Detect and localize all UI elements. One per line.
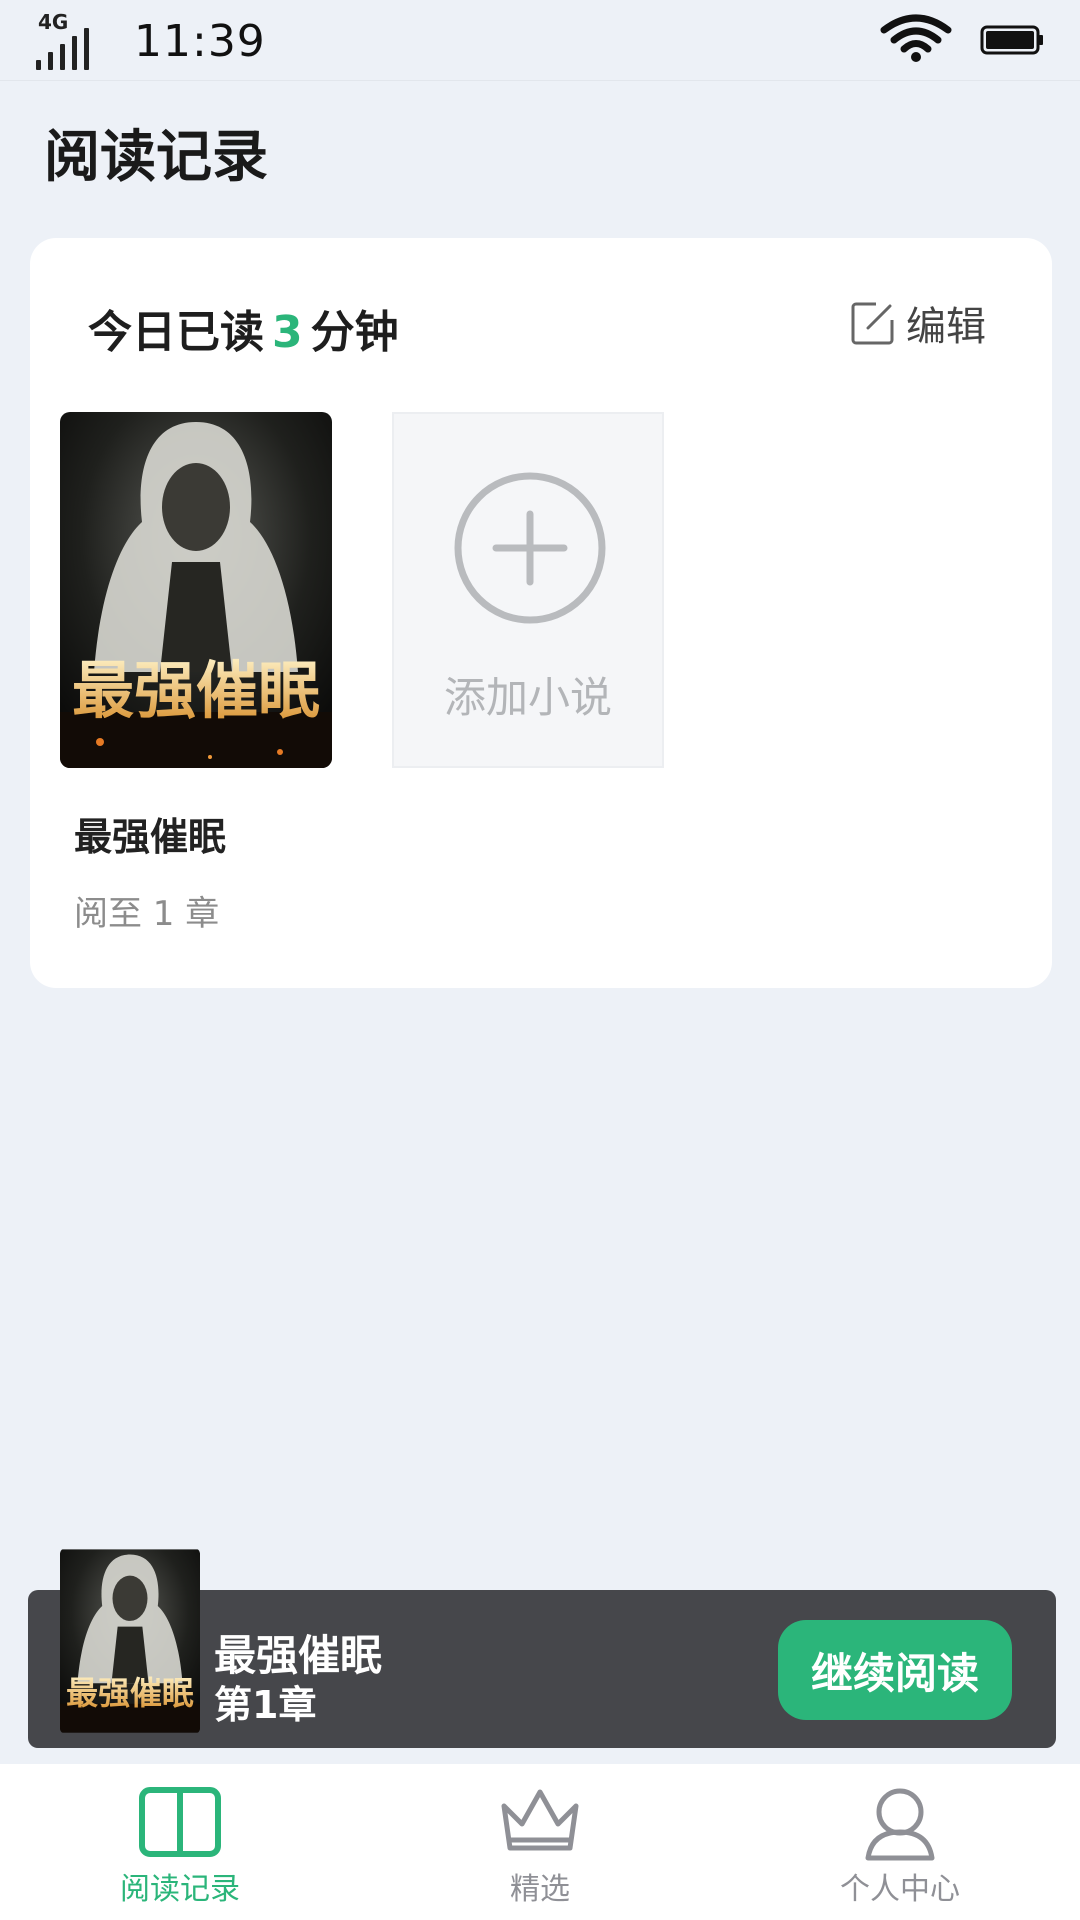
- status-time: 11:39: [134, 16, 266, 67]
- today-minutes: 3: [272, 307, 303, 358]
- tab-label: 个人中心: [840, 1872, 960, 1907]
- today-reading-summary: 今日已读 3 分钟: [88, 296, 399, 360]
- cover-title-text: 最强催眠: [72, 654, 320, 727]
- network-label: 4G: [38, 10, 69, 34]
- book-progress: 阅至 1 章: [74, 894, 220, 934]
- book-icon: [139, 1787, 221, 1857]
- user-icon: [865, 1788, 935, 1861]
- reading-record-card: 今日已读 3 分钟 编辑 最强催眠 添加小说 最强催眠 阅至 1 章: [30, 238, 1052, 988]
- wifi-icon: [880, 14, 952, 62]
- edit-label: 编辑: [906, 304, 986, 350]
- page-title: 阅读记录: [44, 125, 268, 190]
- plus-circle-icon: [454, 472, 606, 624]
- today-prefix: 今日已读: [88, 307, 264, 358]
- tab-label: 阅读记录: [120, 1872, 240, 1907]
- tab-reading-record[interactable]: 阅读记录: [0, 1764, 360, 1920]
- add-novel-label: 添加小说: [443, 673, 612, 722]
- tab-featured[interactable]: 精选: [360, 1764, 720, 1920]
- book-title[interactable]: 最强催眠: [74, 806, 226, 861]
- continue-reading-button[interactable]: 继续阅读: [778, 1620, 1012, 1720]
- book-cover[interactable]: 最强催眠: [60, 412, 332, 768]
- battery-icon: [980, 25, 1043, 55]
- status-bar: 4G 11:39: [0, 0, 1080, 81]
- mini-cover-title-text: 最强催眠: [66, 1674, 194, 1712]
- continue-book-cover[interactable]: 最强催眠: [60, 1548, 200, 1734]
- today-suffix: 分钟: [310, 307, 399, 358]
- bottom-tab-bar: 阅读记录 精选 个人中心: [0, 1764, 1080, 1920]
- edit-icon: [851, 302, 894, 345]
- crown-icon: [501, 1789, 579, 1851]
- tab-profile[interactable]: 个人中心: [720, 1764, 1080, 1920]
- edit-button[interactable]: 编辑: [850, 294, 986, 352]
- add-novel-button[interactable]: 添加小说: [392, 412, 664, 768]
- tab-label: 精选: [510, 1872, 570, 1907]
- continue-book-chapter: 第1章: [214, 1683, 317, 1727]
